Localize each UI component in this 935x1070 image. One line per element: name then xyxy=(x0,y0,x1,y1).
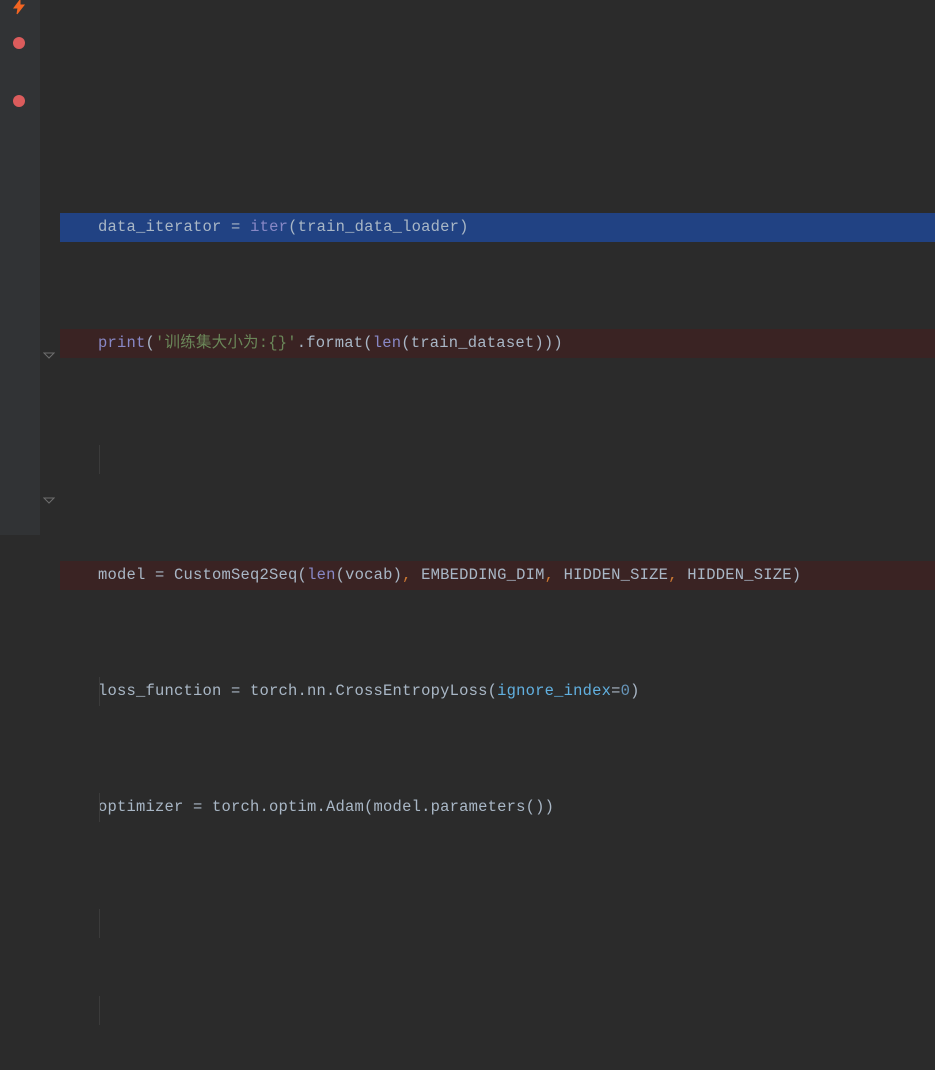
code-token: iter xyxy=(250,218,288,236)
code-editor[interactable]: data_iterator = iter(train_data_loader) … xyxy=(60,0,935,1070)
code-token: , xyxy=(668,566,687,584)
fold-marker-icon[interactable] xyxy=(43,488,55,500)
code-line[interactable]: loss_function = torch.nn.CrossEntropyLos… xyxy=(60,677,935,706)
editor-gutter-extra xyxy=(40,0,60,535)
code-token: .format( xyxy=(297,334,373,352)
code-token: (train_dataset))) xyxy=(401,334,563,352)
code-token: '训练集大小为:{}' xyxy=(155,334,297,352)
code-token: len xyxy=(307,566,336,584)
code-line[interactable] xyxy=(60,996,935,1025)
code-token: , xyxy=(402,566,421,584)
code-line-selected[interactable]: data_iterator = iter(train_data_loader) xyxy=(60,213,935,242)
code-token: ) xyxy=(630,682,640,700)
editor-gutter xyxy=(0,0,40,535)
breakpoint-icon[interactable] xyxy=(13,95,25,107)
code-line-breakpoint[interactable]: print('训练集大小为:{}'.format(len(train_datas… xyxy=(60,329,935,358)
code-token: , xyxy=(545,566,564,584)
code-line[interactable]: optimizer = torch.optim.Adam(model.param… xyxy=(60,793,935,822)
code-token: optimizer = torch.optim.Adam(model.param… xyxy=(98,798,554,816)
code-token: (vocab) xyxy=(336,566,403,584)
code-token: HIDDEN_SIZE xyxy=(564,566,669,584)
breakpoint-icon[interactable] xyxy=(13,37,25,49)
flash-icon[interactable] xyxy=(10,0,28,16)
code-token: ( xyxy=(146,334,156,352)
code-token: (train_data_loader) xyxy=(288,218,469,236)
code-token: ignore_index xyxy=(497,682,611,700)
code-line-breakpoint[interactable]: model = CustomSeq2Seq(len(vocab), EMBEDD… xyxy=(60,561,935,590)
code-token: 0 xyxy=(621,682,631,700)
code-token: data_iterator xyxy=(98,218,222,236)
code-token: print xyxy=(98,334,146,352)
fold-marker-icon[interactable] xyxy=(43,343,55,355)
code-line[interactable] xyxy=(60,445,935,474)
code-token: = xyxy=(611,682,621,700)
code-token: loss_function = torch.nn.CrossEntropyLos… xyxy=(98,682,497,700)
code-token: model = CustomSeq2Seq( xyxy=(98,566,307,584)
code-token: len xyxy=(373,334,402,352)
code-token: EMBEDDING_DIM xyxy=(421,566,545,584)
code-token: HIDDEN_SIZE) xyxy=(687,566,801,584)
code-line[interactable] xyxy=(60,116,935,126)
code-line[interactable] xyxy=(60,909,935,938)
code-token: = xyxy=(222,218,251,236)
